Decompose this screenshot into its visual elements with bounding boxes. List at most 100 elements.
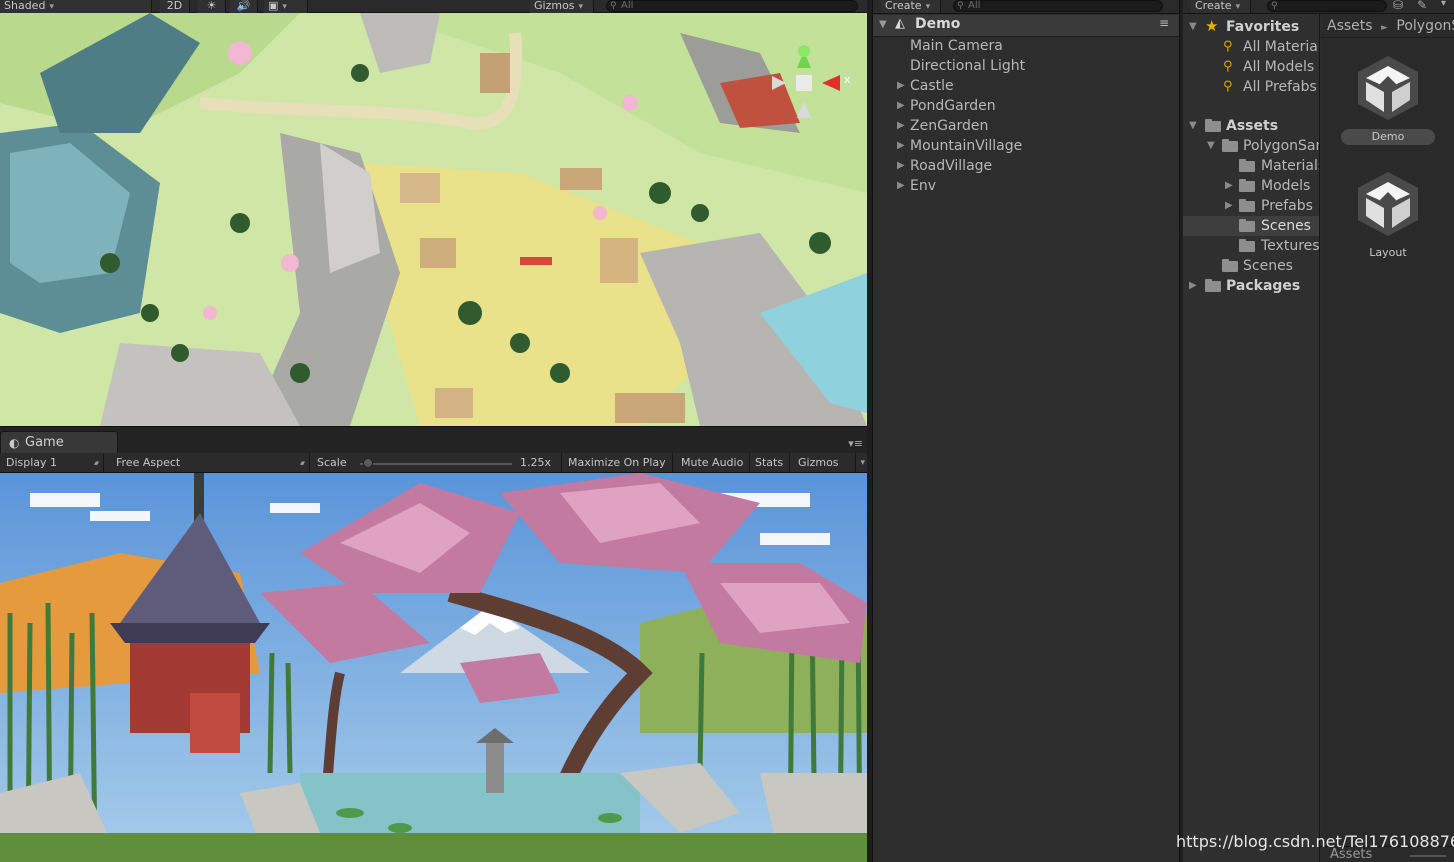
folder-polygon-samurai[interactable]: ▼ PolygonSamuraiEmpire xyxy=(1183,136,1319,156)
toggle-2d-button[interactable]: 2D xyxy=(160,0,190,13)
game-viewport-render xyxy=(0,473,867,862)
folder-icon xyxy=(1239,239,1255,252)
expand-arrow-icon[interactable]: ▶ xyxy=(1225,176,1233,196)
folder-icon xyxy=(1239,159,1255,172)
expand-arrow-icon[interactable]: ▶ xyxy=(1225,196,1233,216)
expand-arrow-icon[interactable]: ▼ xyxy=(1207,136,1215,156)
stats-label: Stats xyxy=(755,456,784,469)
hierarchy-item-label: RoadVillage xyxy=(910,158,993,174)
scene-gizmos-label: Gizmos xyxy=(534,0,575,12)
expand-arrow-icon[interactable]: ▶ xyxy=(897,156,905,176)
project-create-button[interactable]: Create xyxy=(1191,0,1251,13)
hierarchy-search-input[interactable]: ⚲ All xyxy=(953,0,1163,12)
scene-viewport-render xyxy=(0,13,867,426)
folder-label: Materials xyxy=(1261,158,1320,174)
expand-arrow-icon[interactable]: ▶ xyxy=(897,136,905,156)
expand-arrow-icon[interactable]: ▶ xyxy=(897,76,905,96)
folder-icon xyxy=(1205,279,1221,292)
folder-root-scenes[interactable]: Scenes xyxy=(1183,256,1319,276)
expand-arrow-icon[interactable]: ▼ xyxy=(879,19,887,30)
assets-folder-label: Assets xyxy=(1226,118,1279,134)
aspect-dropdown[interactable]: Free Aspect xyxy=(110,453,310,473)
hierarchy-item-env[interactable]: ▶ Env xyxy=(873,176,1179,196)
hierarchy-panel: Create ⚲ All ▼ ◭ Demo ≡ Main Camera Direc… xyxy=(872,0,1180,862)
tab-game[interactable]: ◐ Game xyxy=(0,431,118,454)
folder-prefabs[interactable]: ▶ Prefabs xyxy=(1183,196,1319,216)
folder-label: Prefabs xyxy=(1261,198,1313,214)
hierarchy-item-roadvillage[interactable]: ▶ RoadVillage xyxy=(873,156,1179,176)
icon-size-slider[interactable] xyxy=(1410,855,1446,857)
folder-textures[interactable]: Textures xyxy=(1183,236,1319,256)
favorite-item-all-materials[interactable]: ⚲ All Materials xyxy=(1183,37,1319,57)
axis-x-label: x xyxy=(844,73,851,86)
favorite-item-label: All Materials xyxy=(1243,39,1319,55)
scene-menu-icon[interactable]: ≡ xyxy=(1159,16,1169,30)
expand-arrow-icon[interactable]: ▶ xyxy=(897,116,905,136)
filter-by-label-icon[interactable]: ✎ xyxy=(1417,0,1427,12)
favorite-item-all-prefabs[interactable]: ⚲ All Prefabs xyxy=(1183,77,1319,97)
hierarchy-item-pondgarden[interactable]: ▶ PondGarden xyxy=(873,96,1179,116)
folder-scenes-selected[interactable]: Scenes xyxy=(1183,216,1319,236)
expand-arrow-icon[interactable]: ▶ xyxy=(897,176,905,196)
folder-materials[interactable]: Materials xyxy=(1183,156,1320,176)
aspect-dropdown-label: Free Aspect xyxy=(116,456,181,469)
game-tab-bar: ◐ Game ▾≡ xyxy=(0,426,867,454)
stats-toggle[interactable]: Stats xyxy=(749,453,791,473)
scene-header[interactable]: ▼ ◭ Demo ≡ xyxy=(873,15,1179,37)
display-dropdown-label: Display 1 xyxy=(6,456,58,469)
scale-slider-thumb[interactable] xyxy=(362,458,373,468)
unity-scene-icon: ◭ xyxy=(895,16,905,31)
asset-layout-scene[interactable]: Layout xyxy=(1349,168,1427,261)
project-create-label: Create xyxy=(1195,0,1232,12)
breadcrumb-item-assets[interactable]: Assets xyxy=(1327,18,1373,34)
hierarchy-item-main-camera[interactable]: Main Camera xyxy=(873,36,1179,56)
hierarchy-item-zengarden[interactable]: ▶ ZenGarden xyxy=(873,116,1179,136)
breadcrumb-item-polygon[interactable]: PolygonSamuraiEmpire xyxy=(1396,18,1454,34)
hierarchy-item-castle[interactable]: ▶ Castle xyxy=(873,76,1179,96)
scale-slider-track[interactable] xyxy=(360,463,512,465)
hierarchy-search-placeholder: All xyxy=(968,0,981,11)
favorites-header[interactable]: ▼ ★ Favorites xyxy=(1183,17,1319,37)
audio-toggle-icon[interactable]: 🔊 xyxy=(230,0,258,13)
display-dropdown[interactable]: Display 1 xyxy=(0,453,104,473)
packages-folder[interactable]: ▶ Packages xyxy=(1183,276,1319,296)
game-gizmos-dropdown[interactable]: Gizmos ▾ xyxy=(792,453,865,473)
toggle-2d-label: 2D xyxy=(166,0,183,12)
favorites-label: Favorites xyxy=(1226,19,1300,35)
lighting-toggle-icon[interactable]: ☀ xyxy=(198,0,226,13)
scene-view[interactable]: x xyxy=(0,13,867,426)
assets-folder[interactable]: ▼ Assets xyxy=(1183,116,1319,136)
search-icon: ⚲ xyxy=(610,1,617,11)
folder-label: Scenes xyxy=(1261,218,1311,234)
maximize-on-play-toggle[interactable]: Maximize On Play xyxy=(561,453,673,473)
panel-menu-icon[interactable]: ▾ xyxy=(1441,0,1446,9)
scene-gizmos-dropdown[interactable]: Gizmos xyxy=(530,0,594,13)
hierarchy-toolbar: Create ⚲ All xyxy=(873,0,1179,14)
hierarchy-create-button[interactable]: Create xyxy=(881,0,941,13)
game-toolbar: Display 1 Free Aspect Scale 1.25x Maximi… xyxy=(0,453,867,473)
asset-demo-scene[interactable]: Demo xyxy=(1341,52,1435,145)
folder-icon xyxy=(1239,219,1255,232)
game-view[interactable] xyxy=(0,473,867,862)
effects-dropdown-icon[interactable]: ▣ xyxy=(264,0,308,13)
folder-models[interactable]: ▶ Models xyxy=(1183,176,1319,196)
mute-audio-toggle[interactable]: Mute Audio xyxy=(675,453,751,473)
favorite-item-all-models[interactable]: ⚲ All Models xyxy=(1183,57,1319,77)
expand-arrow-icon[interactable]: ▼ xyxy=(1189,116,1197,136)
hierarchy-item-directional-light[interactable]: Directional Light xyxy=(873,56,1179,76)
expand-arrow-icon[interactable]: ▼ xyxy=(1189,17,1197,37)
expand-arrow-icon[interactable]: ▶ xyxy=(1189,276,1197,296)
panel-menu-icon[interactable]: ▾≡ xyxy=(848,437,863,450)
star-icon: ★ xyxy=(1205,17,1219,35)
project-search-input[interactable]: ⚲ xyxy=(1267,0,1387,12)
scene-search-input[interactable]: ⚲ All xyxy=(606,0,858,12)
hierarchy-item-mountainvillage[interactable]: ▶ MountainVillage xyxy=(873,136,1179,156)
scale-label: Scale xyxy=(317,456,347,469)
scene-orientation-gizmo[interactable]: x xyxy=(764,43,851,123)
shading-mode-dropdown[interactable]: Shaded xyxy=(0,0,152,13)
filter-by-type-icon[interactable]: ⛁ xyxy=(1393,0,1403,12)
favorite-item-label: All Models xyxy=(1243,59,1315,75)
search-icon: ⚲ xyxy=(1223,39,1233,54)
unity-scene-icon xyxy=(1358,172,1418,236)
expand-arrow-icon[interactable]: ▶ xyxy=(897,96,905,116)
